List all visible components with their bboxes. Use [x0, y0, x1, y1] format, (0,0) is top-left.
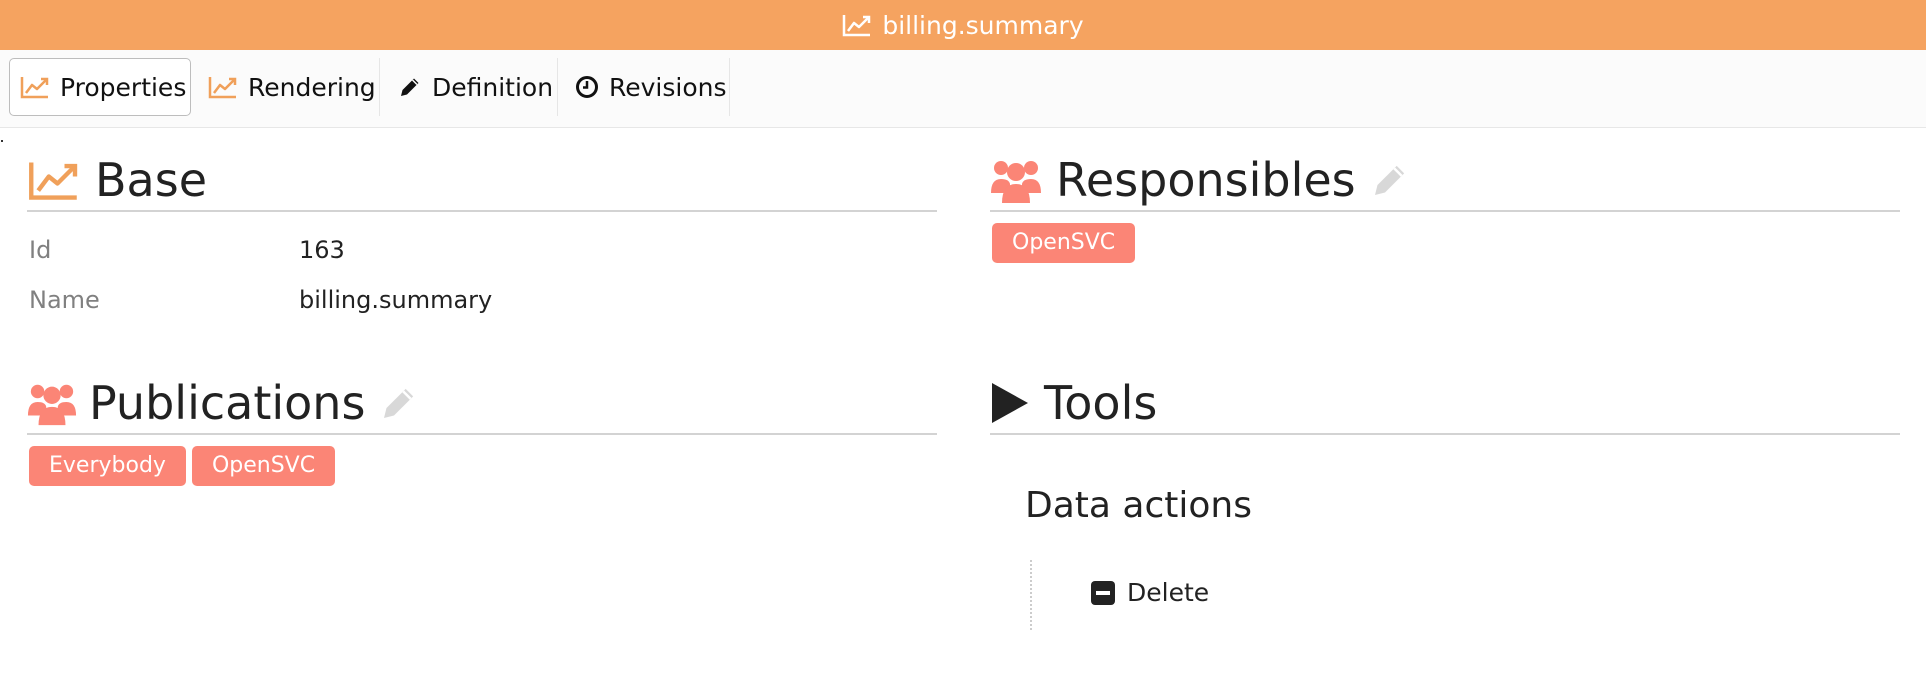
section-header: Tools	[990, 373, 1900, 435]
tab-bar: Properties Rendering Definition Revision…	[0, 50, 1926, 128]
tag-list: OpenSVC	[990, 223, 1900, 263]
section-title: Responsibles	[1056, 153, 1356, 207]
section-title: Tools	[1044, 376, 1158, 430]
tab-separator	[729, 58, 730, 116]
section-header: Publications	[27, 373, 937, 435]
action-list	[1030, 560, 1032, 630]
stray-dot	[1, 140, 3, 142]
property-row: Name billing.summary	[27, 275, 937, 325]
tag-list: Everybody OpenSVC	[27, 446, 937, 486]
property-value: billing.summary	[299, 286, 493, 314]
tag-opensvc[interactable]: OpenSVC	[191, 446, 336, 486]
chart-line-icon	[208, 75, 238, 99]
property-row: Id 163	[27, 225, 937, 275]
tab-label: Revisions	[609, 72, 727, 102]
pencil-icon[interactable]	[379, 383, 419, 423]
users-icon	[27, 380, 77, 426]
tag-everybody[interactable]: Everybody	[29, 446, 186, 486]
action-label: Delete	[1127, 578, 1210, 607]
tab-separator	[379, 58, 380, 116]
base-section: Base Id 163 Name billing.summary	[27, 150, 937, 325]
tag-opensvc[interactable]: OpenSVC	[992, 223, 1136, 263]
responsibles-section: Responsibles OpenSVC	[990, 150, 1900, 263]
users-icon	[990, 157, 1042, 203]
play-icon	[990, 381, 1030, 425]
clock-icon	[575, 75, 599, 99]
tab-definition[interactable]: Definition	[388, 58, 556, 116]
tab-label: Rendering	[248, 72, 376, 102]
tab-properties[interactable]: Properties	[9, 58, 191, 116]
pencil-icon	[398, 75, 422, 99]
tools-section: Tools	[990, 373, 1900, 435]
tab-revisions[interactable]: Revisions	[565, 58, 729, 116]
delete-action[interactable]: Delete	[1091, 578, 1209, 607]
publications-section: Publications Everybody OpenSVC	[27, 373, 937, 486]
section-header: Responsibles	[990, 150, 1900, 212]
tab-separator	[557, 58, 558, 116]
chart-line-icon	[842, 13, 872, 37]
window-title: billing.summary	[882, 10, 1084, 40]
minus-square-icon	[1091, 580, 1115, 605]
section-header: Base	[27, 150, 937, 212]
pencil-icon[interactable]	[1370, 160, 1410, 200]
property-key: Id	[29, 236, 52, 264]
section-title: Base	[95, 153, 208, 207]
title-bar: billing.summary	[0, 0, 1926, 50]
tab-label: Properties	[60, 72, 187, 102]
chart-line-icon	[27, 159, 81, 201]
property-value: 163	[299, 236, 345, 264]
property-key: Name	[29, 286, 100, 314]
chart-line-icon	[20, 75, 50, 99]
tab-rendering[interactable]: Rendering	[198, 58, 378, 116]
tab-label: Definition	[432, 72, 554, 102]
data-actions-heading: Data actions	[1025, 485, 1252, 526]
section-title: Publications	[89, 376, 366, 430]
